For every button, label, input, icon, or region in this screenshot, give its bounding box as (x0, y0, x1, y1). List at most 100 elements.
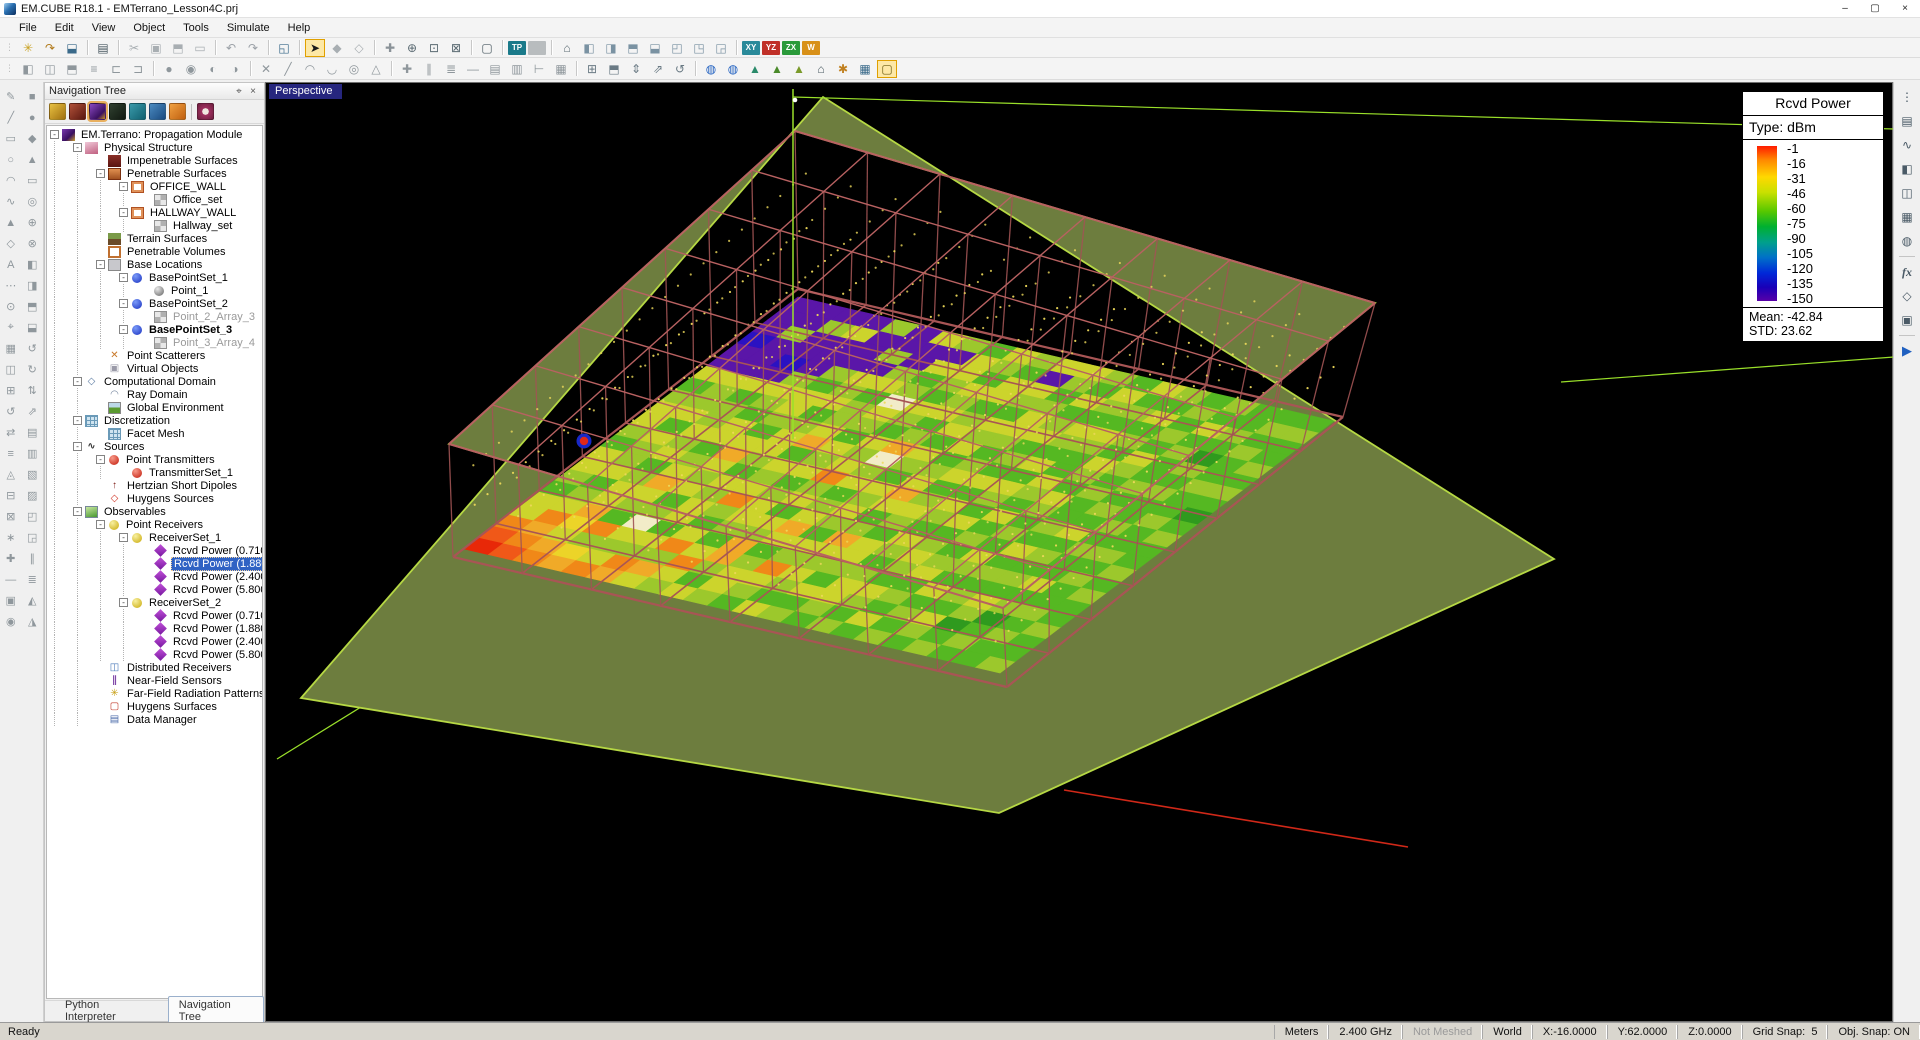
copy-icon[interactable]: ▣ (146, 39, 166, 57)
draw-pencil-icon[interactable]: ✎ (2, 86, 20, 107)
plane-xy-icon[interactable]: XY (742, 41, 760, 55)
tree-item[interactable]: -ReceiverSet_1 (47, 531, 262, 544)
tree-item[interactable]: Near-Field Sensors (47, 674, 262, 687)
corner-1-icon[interactable]: ◰ (23, 506, 41, 527)
tree-item[interactable]: Facet Mesh (47, 427, 262, 440)
monitor-icon[interactable]: ▢ (477, 39, 497, 57)
hatch-2-icon[interactable]: ▨ (23, 485, 41, 506)
align-left-icon[interactable]: ◧ (18, 60, 38, 78)
tree-item[interactable]: -HALLWAY_WALL (47, 206, 262, 219)
tree-item[interactable]: Impenetrable Surfaces (47, 154, 262, 167)
intersect-icon[interactable]: ◉ (181, 60, 201, 78)
tree-item[interactable]: -OFFICE_WALL (47, 180, 262, 193)
globe-domain-icon[interactable]: ◍ (701, 60, 721, 78)
view-right-icon[interactable]: ◳ (689, 39, 709, 57)
draw-arc-icon[interactable]: ◠ (2, 170, 20, 191)
script-doc-icon[interactable]: ▣ (1897, 308, 1917, 332)
tree-item[interactable]: Data Manager (47, 713, 262, 726)
module-em-libera-icon[interactable] (109, 103, 126, 120)
tree-expander[interactable]: - (96, 520, 105, 529)
grip-handle-icon[interactable]: ⋮ (1897, 85, 1917, 109)
taper-icon[interactable]: △ (366, 60, 386, 78)
tree-item[interactable]: Ray Domain (47, 388, 262, 401)
tree-item[interactable]: -Observables (47, 505, 262, 518)
tree-expander[interactable]: - (119, 273, 128, 282)
array-y-icon[interactable]: ≣ (441, 60, 461, 78)
select-cursor-icon[interactable]: ➤ (305, 39, 325, 57)
tree-expander[interactable]: - (50, 130, 59, 139)
row-fill-icon[interactable]: ▤ (23, 422, 41, 443)
half-left-icon[interactable]: ◧ (23, 254, 41, 275)
pan-icon[interactable]: ✚ (380, 39, 400, 57)
blank-view-icon[interactable] (528, 41, 546, 55)
tree-item[interactable]: -Point Receivers (47, 518, 262, 531)
mesh-tool-icon[interactable]: ▦ (2, 338, 20, 359)
tree-item[interactable]: Distributed Receivers (47, 661, 262, 674)
toolbar-grip[interactable]: ⋮ (5, 63, 14, 74)
tree-item[interactable]: -Discretization (47, 414, 262, 427)
module-em-ferma-icon[interactable] (169, 103, 186, 120)
draw-curve-icon[interactable]: ∿ (2, 191, 20, 212)
maximize-button[interactable]: ▢ (1860, 0, 1890, 18)
tree-item[interactable]: Far-Field Radiation Patterns (47, 687, 262, 700)
draw-rect-icon[interactable]: ▭ (2, 128, 20, 149)
tree-expander[interactable]: - (119, 325, 128, 334)
union-icon[interactable]: ● (159, 60, 179, 78)
delete-icon[interactable]: ▭ (190, 39, 210, 57)
close-button[interactable]: × (1890, 0, 1920, 18)
tree-item[interactable]: -Base Locations (47, 258, 262, 271)
tree-item[interactable]: Rcvd Power (5.800 GHz) (47, 648, 262, 661)
undo-icon[interactable]: ↶ (221, 39, 241, 57)
3d-viewport[interactable]: Perspective Rcvd Power Type: dBm -1-16-3… (265, 82, 1893, 1022)
half-right-icon[interactable]: ◨ (23, 275, 41, 296)
view-left-icon[interactable]: ◰ (667, 39, 687, 57)
object-sphere-icon[interactable]: ◍ (1897, 229, 1917, 253)
cols-icon[interactable]: ▥ (507, 60, 527, 78)
tree-item[interactable]: -Sources (47, 440, 262, 453)
fillet-icon[interactable]: ◠ (300, 60, 320, 78)
fit-left-icon[interactable]: ⊏ (106, 60, 126, 78)
hatch-1-icon[interactable]: ▧ (23, 464, 41, 485)
tree-item[interactable]: Rcvd Power (1.880 GHz) (47, 622, 262, 635)
redo-arc-icon[interactable]: ↻ (23, 359, 41, 380)
swap-tool-icon[interactable]: ⇄ (2, 422, 20, 443)
project-window-icon[interactable]: ◱ (274, 39, 294, 57)
tree-item[interactable]: Rcvd Power (0.710 GHz) (47, 609, 262, 622)
minus-box-icon[interactable]: ⊟ (2, 485, 20, 506)
select-face-icon[interactable]: ◆ (327, 39, 347, 57)
tree-item[interactable]: -BasePointSet_3 (47, 323, 262, 336)
toolbar-grip[interactable]: ⋮ (5, 42, 14, 53)
tree-item[interactable]: TransmitterSet_1 (47, 466, 262, 479)
triple-line-icon[interactable]: ≣ (23, 569, 41, 590)
import-icon[interactable]: ↷ (40, 39, 60, 57)
tree-expander[interactable]: - (73, 507, 82, 516)
subtract-1-icon[interactable]: ◐ (203, 60, 223, 78)
pin-icon[interactable]: ⌖ (232, 86, 246, 97)
draw-points-icon[interactable]: ⋯ (2, 275, 20, 296)
point-grid-icon[interactable]: ▦ (1897, 205, 1917, 229)
subtract-2-icon[interactable]: ◑ (225, 60, 245, 78)
tree-expander[interactable]: - (119, 598, 128, 607)
tree-expander[interactable]: - (73, 377, 82, 386)
move-z-icon[interactable]: ⇕ (626, 60, 646, 78)
measure-line-icon[interactable]: — (463, 60, 483, 78)
close-icon[interactable]: × (246, 86, 260, 97)
tree-item[interactable]: -BasePointSet_1 (47, 271, 262, 284)
plane-toggle-icon[interactable]: ⬒ (604, 60, 624, 78)
dash-tool-icon[interactable]: — (2, 569, 20, 590)
view-top-icon[interactable]: ⬒ (623, 39, 643, 57)
wedge-1-icon[interactable]: ◭ (23, 590, 41, 611)
tree-expander[interactable]: - (73, 143, 82, 152)
plane-yz-icon[interactable]: YZ (762, 41, 780, 55)
paste-icon[interactable]: ⬒ (168, 39, 188, 57)
menu-item-file[interactable]: File (10, 20, 46, 36)
redo-icon[interactable]: ↷ (243, 39, 263, 57)
box-3d-icon[interactable]: ◧ (1897, 157, 1917, 181)
tree-expander[interactable]: - (119, 533, 128, 542)
ring-icon[interactable]: ◎ (23, 191, 41, 212)
tree-expander[interactable]: - (73, 416, 82, 425)
offset-icon[interactable]: ◎ (344, 60, 364, 78)
fit-right-icon[interactable]: ⊐ (128, 60, 148, 78)
box-split-icon[interactable]: ◫ (2, 359, 20, 380)
menu-item-help[interactable]: Help (279, 20, 320, 36)
